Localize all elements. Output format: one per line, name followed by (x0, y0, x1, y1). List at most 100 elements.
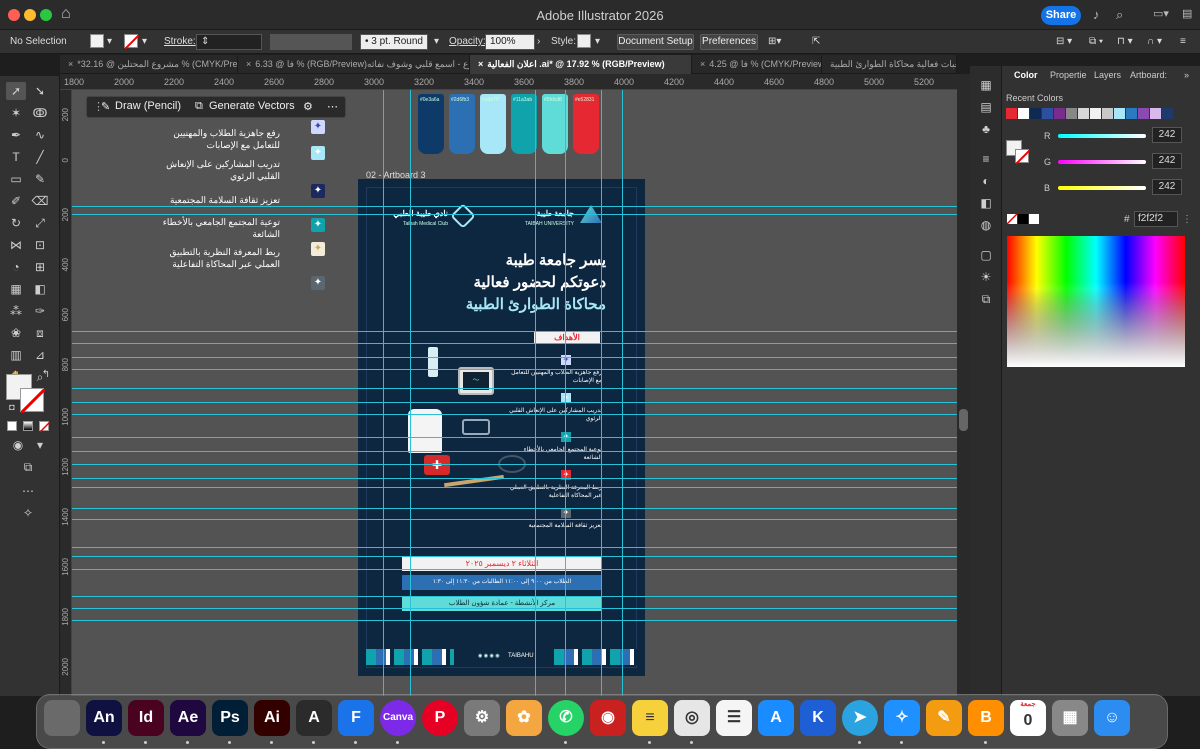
r-slider[interactable] (1058, 134, 1146, 138)
r-value[interactable]: 242 (1152, 127, 1182, 143)
dock-reminders-icon[interactable]: ☰ (716, 700, 752, 736)
slice-tool-icon[interactable]: ⊿ (30, 346, 50, 364)
sparkle-icon[interactable]: ✦ (311, 276, 325, 290)
panel-stroke-box[interactable] (1015, 149, 1031, 165)
close-tab-icon[interactable]: × (246, 59, 251, 69)
type-tool-icon[interactable]: T (6, 148, 26, 166)
column-graph-tool-icon[interactable]: ▥ (6, 346, 26, 364)
sparkle-icon[interactable]: ✦ (311, 242, 325, 256)
horizontal-guide[interactable] (72, 464, 957, 465)
sparkle-icon[interactable]: ✦ (311, 146, 325, 160)
close-tab-icon[interactable]: × (700, 59, 705, 69)
color-mode-icon[interactable] (7, 421, 17, 431)
settings-icon[interactable]: ⚙ (303, 100, 313, 113)
recent-color-swatch[interactable] (1018, 108, 1029, 119)
stroke-weight-field[interactable]: ⇕ (196, 34, 262, 50)
b-value[interactable]: 242 (1152, 179, 1182, 195)
puppet-warp-icon[interactable]: ⊓ ▾ (1117, 36, 1133, 47)
artboard-tool-icon[interactable]: ⧈ (30, 324, 50, 342)
horizontal-guide[interactable] (72, 206, 957, 207)
tab-artboards[interactable]: Artboard: (1130, 70, 1167, 80)
export-panel-icon[interactable]: ⧉ (976, 290, 996, 308)
properties-icon[interactable]: ▦ (976, 76, 996, 94)
default-colors-icon[interactable]: ◘ (2, 398, 22, 416)
stroke-panel-icon[interactable]: ≡ (976, 150, 996, 168)
fill-swatch[interactable] (90, 34, 104, 48)
color-strip[interactable] (573, 94, 599, 154)
workspace-icon[interactable]: ▭▾ (1153, 7, 1169, 20)
brush-dropdown-icon[interactable]: ▾ (434, 36, 439, 47)
tab-properties[interactable]: Propertie (1050, 70, 1087, 80)
dock-app-store-icon[interactable]: A (758, 700, 794, 736)
libraries-icon[interactable]: ▤ (976, 98, 996, 116)
swap-colors-icon[interactable]: ↰ (36, 366, 56, 384)
vertical-scrollbar[interactable] (957, 74, 970, 696)
graphic-style-swatch[interactable] (577, 34, 591, 48)
symbols-icon[interactable]: ♣ (976, 120, 996, 138)
color-strip[interactable] (480, 94, 506, 154)
transform-icon[interactable]: ⧉ ▾ (1089, 36, 1103, 47)
note-text-5[interactable]: ربط المعرفة النظرية بالتطبيق العملي عبر … (150, 246, 280, 270)
draw-mode-icon[interactable]: ◉ (8, 436, 28, 454)
tab-color[interactable]: Color (1014, 70, 1038, 80)
stroke-swatch[interactable] (124, 34, 140, 50)
dock-books-icon[interactable]: B (968, 700, 1004, 736)
color-strip[interactable] (418, 94, 444, 154)
free-transform-tool-icon[interactable]: ⊡ (30, 236, 50, 254)
recent-color-swatch[interactable] (1102, 108, 1113, 119)
stroke-color-box[interactable] (19, 387, 47, 415)
gradient-mode-icon[interactable] (23, 421, 33, 431)
horizontal-guide[interactable] (72, 437, 957, 438)
shape-builder-tool-icon[interactable]: ◔ (6, 258, 26, 276)
draw-pencil-button[interactable]: Draw (Pencil) (115, 100, 181, 112)
horizontal-guide[interactable] (72, 414, 957, 415)
dock-keynote-icon[interactable]: K (800, 700, 836, 736)
dock-photos-icon[interactable]: ✿ (506, 700, 542, 736)
curvature-tool-icon[interactable]: ∿ (30, 126, 50, 144)
arrange-documents-icon[interactable]: ⊞▾ (768, 36, 781, 47)
dock-photoshop-icon[interactable]: Ps (212, 700, 248, 736)
color-strip[interactable] (449, 94, 475, 154)
recent-color-swatch[interactable] (1030, 108, 1041, 119)
dock-framer-icon[interactable]: F (338, 700, 374, 736)
arrange-icon[interactable]: ▤ (1182, 7, 1192, 20)
tab-document-3[interactable]: × اعلان الفعالية .ai* @ 17.92 % (RGB/Prev… (470, 55, 692, 74)
close-tab-icon[interactable]: × (68, 59, 73, 69)
dock-photo-booth-icon[interactable]: ◉ (590, 700, 626, 736)
tab-document-1[interactable]: × *مشروع المحتلين @ 32.16 % (CMYK/Preview… (60, 55, 238, 74)
generate-vectors-button[interactable]: Generate Vectors (209, 100, 295, 112)
live-paint-tool-icon[interactable]: ⊞ (30, 258, 50, 276)
pencil-tool-icon[interactable]: ✐ (6, 192, 26, 210)
selection-tool-icon[interactable]: ➚ (6, 82, 26, 100)
black-swatch[interactable] (1018, 214, 1028, 224)
g-slider[interactable] (1058, 160, 1146, 164)
horizontal-guide[interactable] (72, 620, 957, 621)
white-swatch[interactable] (1029, 214, 1039, 224)
vertical-guide[interactable] (601, 90, 602, 696)
line-tool-icon[interactable]: ╱ (30, 148, 50, 166)
recent-color-swatch[interactable] (1066, 108, 1077, 119)
sparkle-icon[interactable]: ✦ (311, 120, 325, 134)
export-icon[interactable]: ⇱ (812, 36, 820, 47)
recent-color-swatch[interactable] (1162, 108, 1173, 119)
horizontal-guide[interactable] (72, 487, 957, 488)
magic-wand-tool-icon[interactable]: ✶ (6, 104, 26, 122)
horizontal-guide[interactable] (72, 608, 957, 609)
stroke-dropdown-icon[interactable]: ▾ (142, 36, 147, 47)
dock-trash-icon[interactable] (44, 700, 80, 736)
horizontal-ruler[interactable]: 1800 2000 2200 2400 2600 2800 3000 3200 3400 3600… (60, 74, 957, 90)
pen-tool-icon[interactable]: ✒ (6, 126, 26, 144)
scale-tool-icon[interactable]: ⤢ (30, 214, 50, 232)
draw-inside-icon[interactable]: ▾ (30, 436, 50, 454)
horizontal-guide[interactable] (72, 556, 957, 557)
sparkle-icon[interactable]: ✦ (311, 218, 325, 232)
g-value[interactable]: 242 (1152, 153, 1182, 169)
mesh-tool-icon[interactable]: ▦ (6, 280, 26, 298)
vertical-guide[interactable] (565, 90, 566, 696)
align-icon[interactable]: ⊟ ▾ (1056, 36, 1072, 47)
document-setup-button[interactable]: Document Setup (617, 34, 694, 50)
tab-layers[interactable]: Layers (1094, 70, 1121, 80)
dock-canva-icon[interactable]: Canva (380, 700, 416, 736)
paintbrush-tool-icon[interactable]: ✎ (30, 170, 50, 188)
recent-color-swatch[interactable] (1114, 108, 1125, 119)
